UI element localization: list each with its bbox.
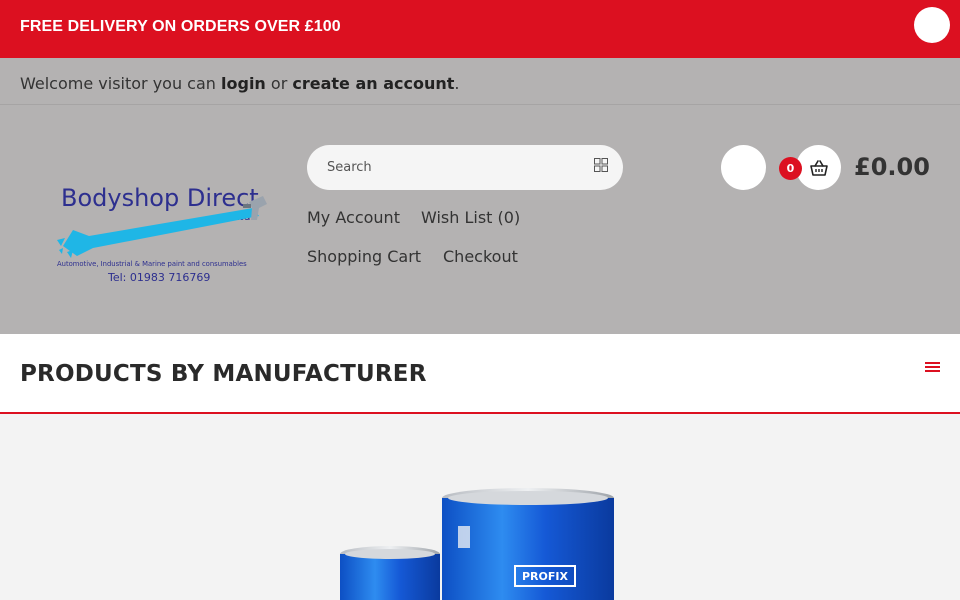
site-logo[interactable]: Bodyshop Direct Ltd Automotive, Industri… <box>53 178 271 290</box>
my-account-link[interactable]: My Account <box>307 208 400 227</box>
section-header: PRODUCTS BY MANUFACTURER <box>0 334 960 414</box>
site-header: Bodyshop Direct Ltd Automotive, Industri… <box>0 105 960 334</box>
cart-button[interactable] <box>796 145 841 190</box>
logo-brand-name: Bodyshop Direct <box>61 184 259 212</box>
create-account-link[interactable]: create an account <box>292 74 454 93</box>
page-title: PRODUCTS BY MANUFACTURER <box>20 361 427 387</box>
tin-brand-label: PROFIX <box>522 570 568 583</box>
search-bar <box>307 145 623 190</box>
welcome-message: Welcome visitor you can login or create … <box>20 74 460 93</box>
paint-tins-image: PROFIX <box>340 488 614 600</box>
welcome-middle: or <box>265 74 293 93</box>
login-link[interactable]: login <box>221 74 266 93</box>
logo-graphic: Bodyshop Direct Ltd Automotive, Industri… <box>57 184 267 284</box>
cart-count-badge: 0 <box>779 157 802 180</box>
wish-list-link[interactable]: Wish List (0) <box>421 208 520 227</box>
search-icon[interactable] <box>594 158 608 172</box>
free-delivery-text: FREE DELIVERY ON ORDERS OVER £100 <box>20 18 341 35</box>
topbar-close-button[interactable] <box>914 7 950 43</box>
account-button[interactable] <box>721 145 766 190</box>
hamburger-menu-icon[interactable] <box>925 362 940 373</box>
checkout-link[interactable]: Checkout <box>443 247 518 266</box>
welcome-prefix: Welcome visitor you can <box>20 74 222 93</box>
search-input[interactable] <box>327 157 587 177</box>
basket-icon <box>809 159 828 176</box>
welcome-strip: Welcome visitor you can login or create … <box>0 58 960 105</box>
cart-total[interactable]: £0.00 <box>854 153 930 181</box>
logo-phone: Tel: 01983 716769 <box>107 271 210 284</box>
shopping-cart-link[interactable]: Shopping Cart <box>307 247 421 266</box>
promo-bar: FREE DELIVERY ON ORDERS OVER £100 <box>0 0 960 58</box>
manufacturer-banner: PROFIX <box>0 414 960 600</box>
logo-tagline: Automotive, Industrial & Marine paint an… <box>57 260 247 268</box>
welcome-suffix: . <box>454 74 460 93</box>
